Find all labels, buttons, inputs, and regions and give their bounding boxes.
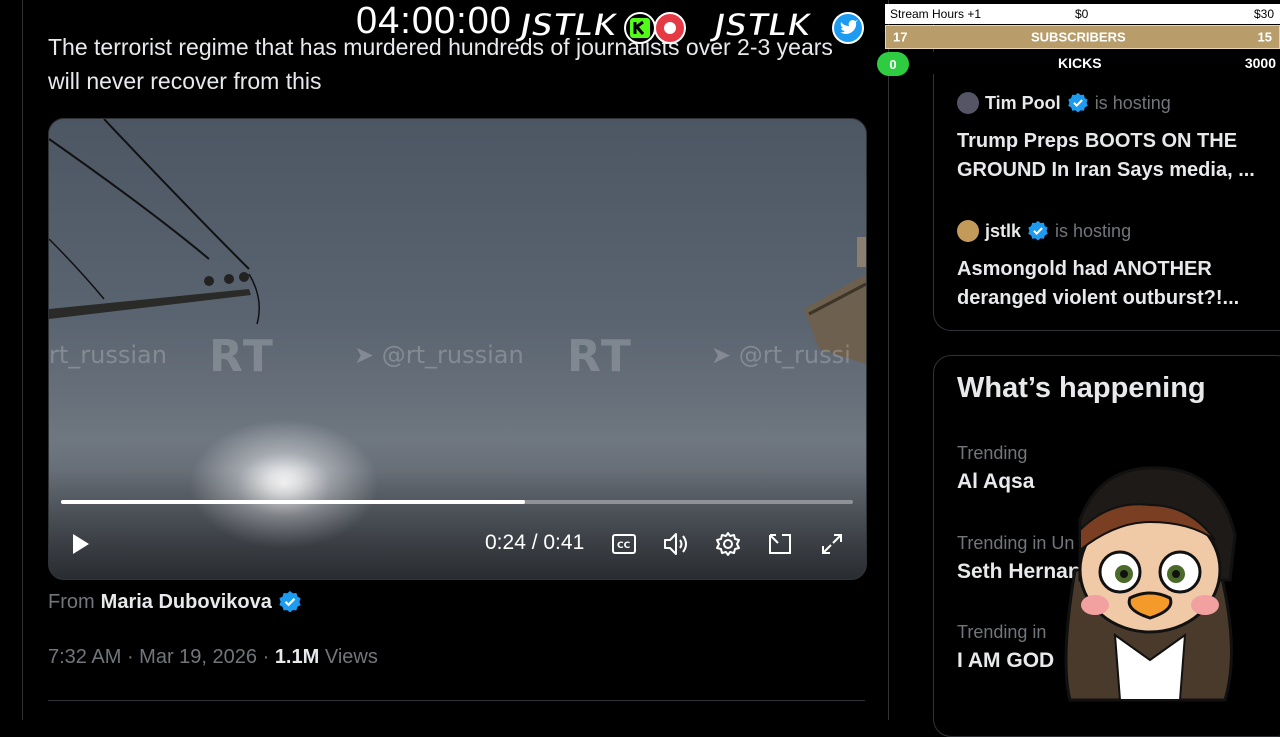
trend-category: Trending <box>957 443 1028 463</box>
goal-bar-subscribers: 17 SUBSCRIBERS 15 <box>885 25 1280 49</box>
telegram-icon: ➤ <box>354 341 375 369</box>
settings-button[interactable] <box>713 529 743 559</box>
video-progress-bar[interactable] <box>61 500 853 504</box>
goal-end: $30 <box>1253 7 1274 21</box>
volume-button[interactable] <box>661 529 691 559</box>
brand-logo-twitter: JSTLK <box>713 5 813 45</box>
verified-badge-icon <box>1067 92 1088 113</box>
streamer-mascot <box>1064 466 1237 702</box>
watermark-logo: RT <box>567 331 633 382</box>
play-icon <box>73 534 89 554</box>
goal-label: Stream Hours +1 <box>890 7 982 21</box>
tweet-source: From Maria Dubovikova <box>48 590 302 614</box>
telegram-icon: ➤ <box>711 341 732 369</box>
host-entry-header[interactable]: Tim Pool is hosting <box>957 92 1171 114</box>
goal-label: KICKS <box>1058 55 1102 71</box>
twitter-bird-icon <box>832 12 864 44</box>
fullscreen-button[interactable] <box>817 529 847 559</box>
watermark-logo: RT <box>209 331 275 382</box>
goal-bar-stream-hours: Stream Hours +1 $0 $30 <box>885 4 1280 24</box>
pip-icon <box>769 534 791 554</box>
goal-label: SUBSCRIBERS <box>1031 29 1126 45</box>
trend-category: Trending in <box>957 622 1047 642</box>
gear-icon <box>716 532 740 556</box>
video-time: 0:24 / 0:41 <box>485 531 585 554</box>
fullscreen-icon <box>822 534 842 554</box>
play-button[interactable] <box>65 529 95 559</box>
host-entry-header[interactable]: jstlk is hosting <box>957 220 1131 242</box>
avatar <box>957 220 979 242</box>
tweet-meta: 7:32 AM · Mar 19, 2026 · 1.1M Views <box>48 646 378 668</box>
watermark-text: ➤ @rt_russian <box>354 341 524 369</box>
goal-target: 15 <box>1257 29 1272 45</box>
views-count: 1.1M <box>274 646 320 668</box>
tweet-time[interactable]: 7:32 AM <box>48 646 121 668</box>
picture-in-picture-button[interactable] <box>765 529 795 559</box>
volume-icon <box>664 533 687 555</box>
verified-badge-icon <box>1028 220 1048 241</box>
trending-title: What’s happening <box>957 372 1206 404</box>
watermark-text: rt_russian <box>49 341 167 369</box>
verified-badge-icon <box>279 591 301 613</box>
captions-icon: CC <box>612 534 636 554</box>
watermark-text: ➤ @rt_russi <box>711 341 851 369</box>
trend-topic[interactable]: Al Aqsa <box>957 470 1034 494</box>
host-name: Tim Pool <box>985 92 1061 113</box>
record-icon <box>654 12 686 44</box>
avatar <box>957 92 979 114</box>
goal-current-badge: 0 <box>877 52 909 76</box>
kick-icon <box>624 12 656 44</box>
captions-button[interactable]: CC <box>609 529 639 559</box>
host-stream-title[interactable]: Trump Preps BOOTS ON THE GROUND In Iran … <box>957 127 1280 185</box>
from-author-link[interactable]: Maria Dubovikova <box>101 591 272 614</box>
stream-timer: 04:00:00 <box>356 0 512 42</box>
goal-current: 17 <box>893 29 908 45</box>
host-stream-title[interactable]: Asmongold had ANOTHER deranged violent o… <box>957 255 1280 313</box>
center-column-border <box>888 0 889 720</box>
svg-text:CC: CC <box>617 541 631 551</box>
goal-target: 3000 <box>1244 55 1276 71</box>
brand-logo-kick: JSTLK <box>519 5 619 45</box>
host-name: jstlk <box>985 220 1022 241</box>
goal-bar-kicks: KICKS 3000 <box>885 52 1280 74</box>
video-controls-gradient <box>49 469 866 579</box>
host-verb: is hosting <box>1055 220 1132 241</box>
host-verb: is hosting <box>1094 92 1171 113</box>
divider <box>48 700 865 701</box>
views-label: Views <box>324 646 378 668</box>
tweet-date[interactable]: Mar 19, 2026 <box>139 646 257 668</box>
from-label: From <box>48 590 95 613</box>
video-progress-fill <box>61 500 526 504</box>
goal-start: $0 <box>1075 7 1089 21</box>
video-player[interactable]: rt_russian RT ➤ @rt_russian RT ➤ @rt_rus… <box>48 118 867 580</box>
left-column-border <box>22 0 23 720</box>
